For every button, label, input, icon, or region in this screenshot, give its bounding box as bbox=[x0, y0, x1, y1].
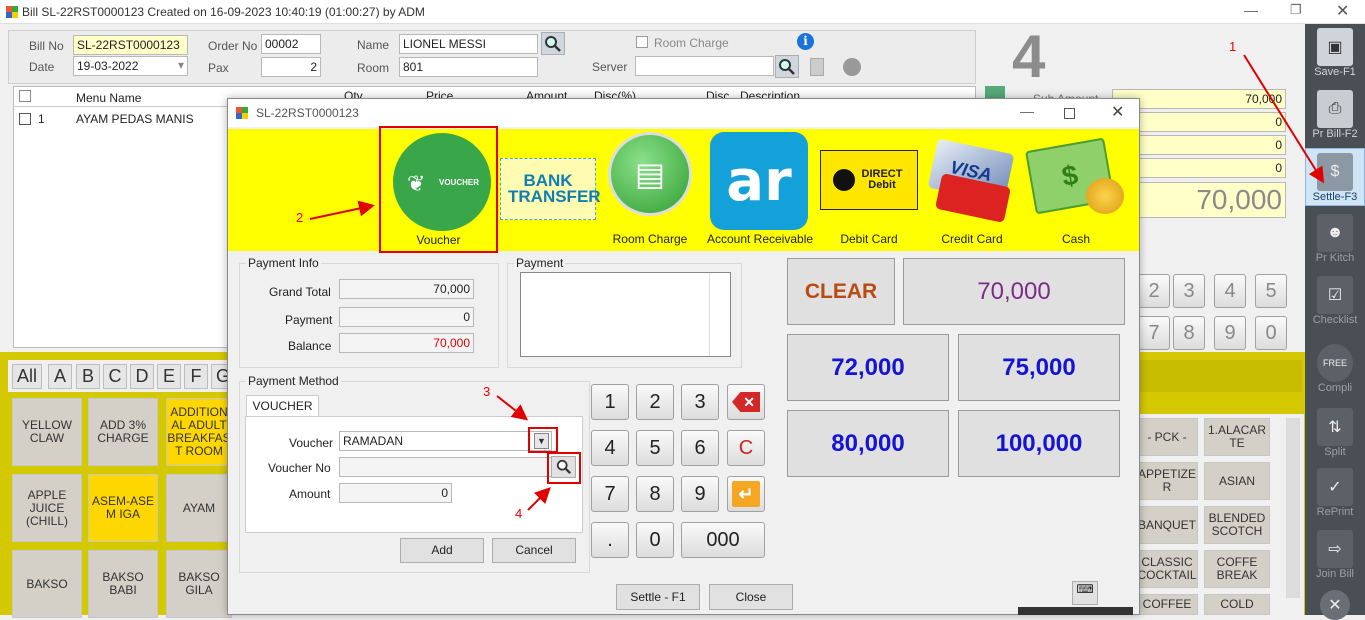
annotation-1: 1 bbox=[1229, 39, 1237, 54]
annotation-arrow-2 bbox=[309, 200, 375, 220]
annotation-3: 3 bbox=[483, 384, 491, 399]
annotation-arrow-4 bbox=[527, 487, 551, 511]
annotation-arrow-1 bbox=[1243, 54, 1325, 184]
annotation-arrow-3 bbox=[496, 395, 529, 421]
annotation-2: 2 bbox=[296, 210, 304, 225]
annotation-4: 4 bbox=[515, 506, 523, 521]
annotation-arrows bbox=[309, 54, 1325, 511]
